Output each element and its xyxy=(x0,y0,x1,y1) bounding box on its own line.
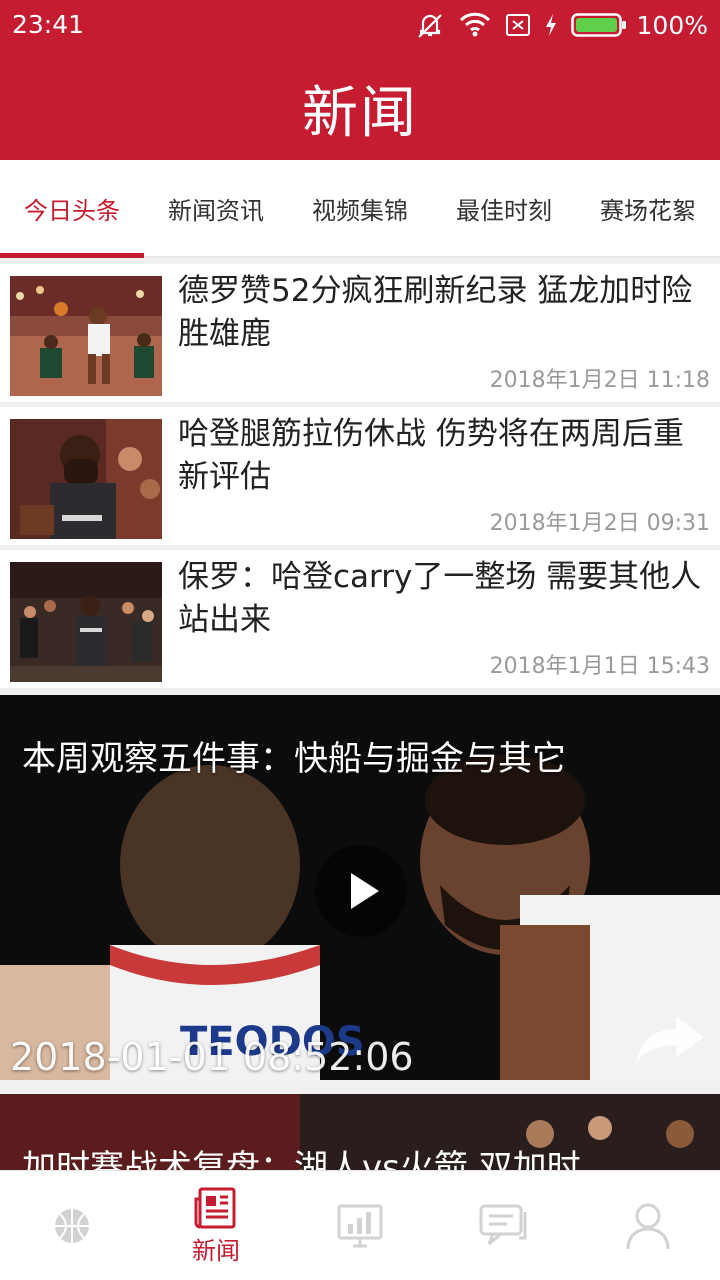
news-list-item[interactable]: 哈登腿筋拉伤休战 伤势将在两周后重新评估 2018年1月2日 09:31 xyxy=(0,407,720,545)
app-header: 23:41 100% 新闻 xyxy=(0,0,720,160)
news-thumbnail xyxy=(10,419,162,539)
battery-percent: 100% xyxy=(636,10,708,40)
wifi-icon xyxy=(459,12,491,38)
news-list-item[interactable]: 保罗：哈登carry了一整场 需要其他人站出来 2018年1月1日 15:43 xyxy=(0,550,720,688)
news-title: 哈登腿筋拉伤休战 伤势将在两周后重新评估 xyxy=(178,416,684,495)
nav-news-label: 新闻 xyxy=(192,1236,240,1265)
video-card[interactable]: 加时赛战术复盘：湖人vs火箭 双加时 xyxy=(0,1094,720,1174)
tab-headlines[interactable]: 今日头条 xyxy=(0,160,144,258)
status-icons: 100% xyxy=(415,8,708,42)
video-title: 本周观察五件事：快船与掘金与其它 xyxy=(22,739,566,779)
tab-video-highlights[interactable]: 视频集锦 xyxy=(288,160,432,256)
news-thumbnail xyxy=(10,562,162,682)
category-tabs: 今日头条 新闻资讯 视频集锦 最佳时刻 赛场花絮 xyxy=(0,160,720,258)
news-list-item[interactable]: 德罗赞52分疯狂刷新纪录 猛龙加时险胜雄鹿 2018年1月2日 11:18 xyxy=(0,264,720,402)
share-button[interactable] xyxy=(632,1011,708,1067)
user-icon xyxy=(626,1203,670,1250)
nav-community[interactable] xyxy=(432,1171,576,1280)
mute-icon xyxy=(415,10,445,40)
share-icon xyxy=(636,1017,704,1063)
nav-news[interactable]: 新闻 xyxy=(144,1171,288,1280)
news-time: 2018年1月2日 09:31 xyxy=(489,511,710,536)
newspaper-icon xyxy=(194,1187,236,1228)
stats-chart-icon xyxy=(337,1204,383,1248)
page-title: 新闻 xyxy=(302,81,418,146)
video-title: 加时赛战术复盘：湖人vs火箭 双加时 xyxy=(22,1148,581,1174)
play-icon xyxy=(351,873,379,909)
news-time: 2018年1月2日 11:18 xyxy=(489,368,710,393)
tab-news[interactable]: 新闻资讯 xyxy=(144,160,288,256)
nav-stats[interactable] xyxy=(288,1171,432,1280)
battery-icon xyxy=(570,12,627,38)
news-title: 德罗赞52分疯狂刷新纪录 猛龙加时险胜雄鹿 xyxy=(178,273,693,352)
nav-profile[interactable] xyxy=(576,1171,720,1280)
news-thumbnail xyxy=(10,276,162,396)
bottom-navigation: 新闻 xyxy=(0,1170,720,1280)
sim-off-icon xyxy=(505,12,531,38)
basketball-icon xyxy=(55,1209,89,1243)
status-bar: 23:41 100% xyxy=(0,0,720,50)
charging-icon xyxy=(545,13,557,37)
play-button[interactable] xyxy=(315,845,407,937)
tab-best-moments[interactable]: 最佳时刻 xyxy=(432,160,576,256)
video-timestamp: 2018-01-01 08:52:06 xyxy=(10,1035,414,1079)
news-title: 保罗：哈登carry了一整场 需要其他人站出来 xyxy=(178,559,702,638)
video-card[interactable]: TEODOS 本周观察五件事：快船与掘金与其它 2018-01-01 08:52… xyxy=(0,695,720,1080)
status-time: 23:41 xyxy=(12,10,85,39)
chat-icon xyxy=(479,1204,527,1246)
news-time: 2018年1月1日 15:43 xyxy=(489,654,710,679)
nav-games[interactable] xyxy=(0,1171,144,1280)
tab-sideline[interactable]: 赛场花絮 xyxy=(576,160,720,256)
